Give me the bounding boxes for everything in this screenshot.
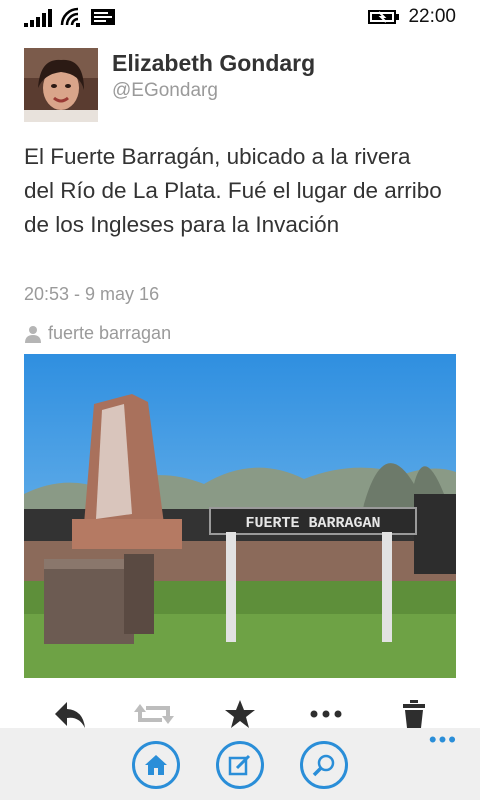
tweet-photo[interactable]: FUERTE BARRAGAN (24, 354, 456, 678)
battery-charging-icon (368, 10, 400, 24)
photo-sign-text: FUERTE BARRAGAN (245, 515, 380, 532)
search-button[interactable] (300, 741, 348, 789)
compose-button[interactable] (216, 741, 264, 789)
home-button[interactable] (132, 741, 180, 789)
tweet-text: El Fuerte Barragán, ubicado a la rivera … (24, 144, 442, 237)
status-icons-right: 22:00 (368, 6, 456, 28)
app-bar: ••• (0, 728, 480, 800)
app-bar-more-button[interactable]: ••• (429, 729, 458, 751)
message-icon (91, 9, 115, 25)
tweet-timestamp: 20:53 - 9 may 16 (24, 284, 160, 304)
wifi-icon (60, 7, 80, 27)
user-handle[interactable]: @EGondarg (112, 80, 218, 102)
search-icon (312, 754, 335, 777)
tweet-location[interactable]: fuerte barragan (24, 323, 171, 344)
location-label: fuerte barragan (48, 323, 172, 343)
home-icon (145, 755, 167, 775)
compose-icon (228, 754, 251, 776)
person-icon (25, 325, 41, 343)
status-bar: 22:00 (0, 0, 480, 34)
status-icons-left (24, 7, 116, 27)
more-icon (310, 710, 342, 718)
star-icon (225, 700, 255, 728)
avatar[interactable] (24, 48, 98, 122)
signal-strength-icon (24, 9, 52, 27)
trash-icon (403, 700, 425, 728)
clock: 22:00 (408, 6, 456, 27)
user-name[interactable]: Elizabeth Gondarg (112, 50, 315, 77)
retweet-icon (134, 704, 174, 724)
reply-icon (55, 702, 85, 728)
